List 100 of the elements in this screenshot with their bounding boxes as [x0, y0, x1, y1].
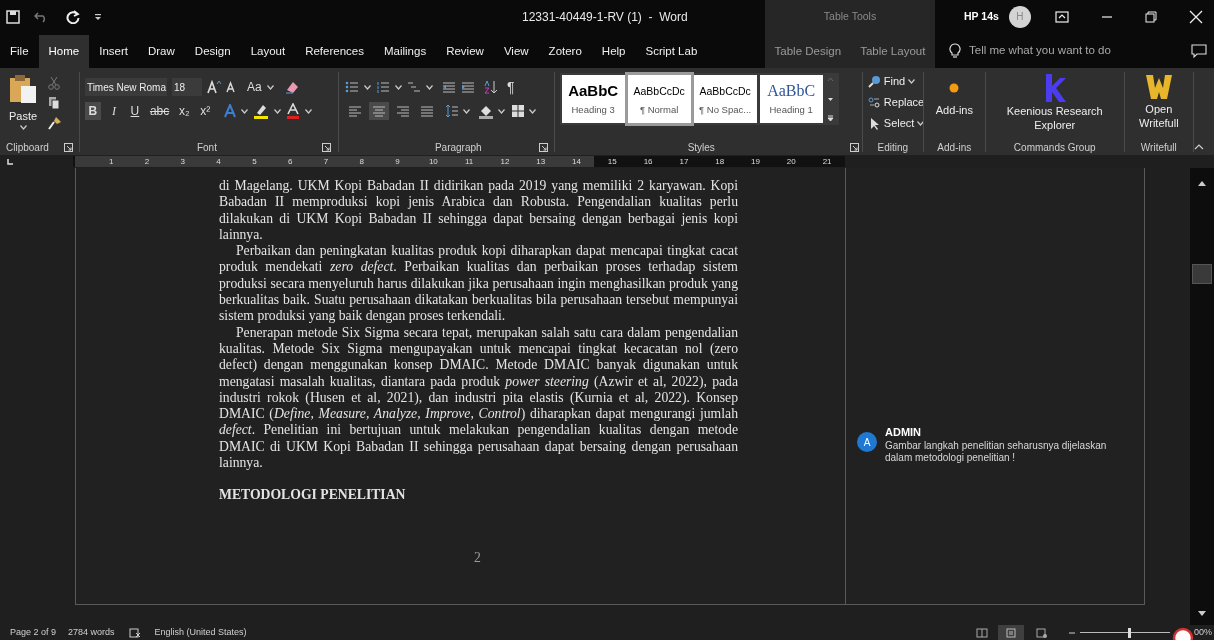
format-button[interactable]: x₂ [176, 102, 193, 120]
save-icon[interactable] [6, 9, 20, 24]
replace-icon[interactable] [867, 95, 881, 109]
scroll-thumb[interactable] [1192, 264, 1212, 284]
caret-icon[interactable] [528, 108, 536, 114]
customize-toolbar-icon[interactable] [94, 12, 102, 21]
borders-icon[interactable] [510, 104, 525, 118]
ribbon-tab[interactable]: Mailings [374, 35, 437, 68]
replace-button[interactable]: Replace [883, 93, 925, 111]
web-layout-icon[interactable] [1036, 627, 1048, 638]
format-button[interactable]: abc [147, 102, 172, 120]
ruler[interactable]: 1 2 3 4 5 6 7 8 9 10 11 12 13 14 15 16 17 18 19 20 21 [73, 156, 845, 167]
ribbon-tab[interactable]: Script Lab [635, 35, 708, 68]
comments-icon[interactable] [1191, 43, 1207, 58]
line-spacing-icon[interactable] [444, 104, 459, 118]
caret-icon[interactable] [363, 84, 371, 90]
keenious-button[interactable]: Keenious Research Explorer [985, 104, 1124, 132]
caret-icon[interactable] [19, 124, 27, 130]
ribbon-tab[interactable]: Layout [240, 35, 296, 68]
sort-icon[interactable] [483, 80, 498, 94]
scroll-up-icon[interactable] [1198, 180, 1206, 186]
ribbon-tab[interactable]: Table Layout [856, 35, 930, 68]
ribbon-tab[interactable]: Review [436, 35, 494, 68]
word-count[interactable]: 2784 words [68, 625, 115, 640]
ribbon-tab[interactable]: Help [591, 35, 636, 68]
caret-icon[interactable] [305, 108, 313, 114]
find-button[interactable]: Find [883, 72, 906, 90]
page-count[interactable]: Page 2 of 9 [10, 625, 57, 640]
collapse-ribbon-icon[interactable] [1194, 143, 1204, 150]
ribbon-tab[interactable]: View [493, 35, 539, 68]
ribbon-tab[interactable]: Draw [138, 35, 185, 68]
more-styles-icon[interactable] [825, 114, 835, 123]
read-mode-icon[interactable] [976, 627, 988, 638]
caret-icon[interactable] [908, 78, 916, 84]
caret-icon[interactable] [394, 84, 402, 90]
paste-button[interactable]: Paste [8, 108, 38, 125]
style-tile[interactable]: AaBbC Heading 3 [561, 75, 625, 123]
highlighter-icon[interactable] [253, 103, 270, 119]
multilevel-list-icon[interactable] [406, 81, 421, 93]
shading-icon[interactable] [477, 103, 494, 119]
open-writefull-button[interactable]: Open Writefull [1124, 102, 1193, 130]
font-name-field[interactable]: Times New Roma [84, 78, 167, 96]
format-button[interactable]: B [84, 102, 101, 120]
redo-icon[interactable] [66, 9, 80, 24]
change-case-button[interactable]: Aa [246, 78, 262, 96]
caret-icon[interactable] [241, 108, 249, 114]
caret-icon[interactable] [266, 84, 274, 90]
bullets-icon[interactable] [344, 81, 359, 93]
zoom-slider-thumb[interactable] [1127, 627, 1131, 638]
restore-icon[interactable] [1144, 10, 1157, 23]
caret-icon[interactable] [462, 108, 470, 114]
show-formatting-button[interactable]: ¶ [506, 76, 515, 98]
shrink-font-icon[interactable] [225, 81, 238, 93]
ribbon-tab[interactable]: Design [184, 35, 241, 68]
format-painter-icon[interactable] [48, 116, 62, 130]
style-tile[interactable]: AaBbCcDc ¶ No Spac... [693, 75, 757, 123]
tell-me-search[interactable]: Tell me what you want to do [969, 41, 1179, 60]
ribbon-tab[interactable]: File [0, 35, 39, 68]
format-button[interactable]: U [126, 102, 143, 120]
format-button[interactable]: x² [197, 102, 214, 120]
format-button[interactable]: I [105, 102, 122, 120]
close-icon[interactable] [1188, 9, 1203, 24]
ribbon-tab[interactable]: Zotero [538, 35, 592, 68]
vertical-scrollbar[interactable] [1190, 168, 1214, 625]
copy-icon[interactable] [48, 96, 60, 110]
zoom-level[interactable]: 00% [1194, 625, 1214, 640]
language[interactable]: English (United States) [154, 625, 247, 640]
decrease-indent-icon[interactable] [441, 81, 456, 93]
caret-icon[interactable] [425, 84, 433, 90]
caret-icon[interactable] [917, 120, 925, 126]
font-size-field[interactable]: 18 [171, 78, 202, 96]
proofing-icon[interactable] [128, 627, 141, 638]
style-tile[interactable]: AaBbC Heading 1 [759, 75, 823, 123]
dialog-launcher-icon[interactable] [63, 142, 73, 152]
user-name[interactable]: HP 14s [964, 8, 999, 25]
tab-selector-icon[interactable] [6, 157, 14, 166]
add-ins-button[interactable]: Add-ins [935, 102, 973, 119]
ribbon-tab[interactable]: Insert [89, 35, 138, 68]
dialog-launcher-icon[interactable] [538, 142, 548, 152]
dialog-launcher-icon[interactable] [321, 142, 331, 152]
clear-formatting-icon[interactable] [284, 80, 299, 94]
font-color-icon[interactable] [286, 103, 301, 119]
lightbulb-icon[interactable] [949, 42, 961, 59]
ribbon-tab[interactable]: Home [38, 35, 90, 68]
caret-icon[interactable] [274, 108, 282, 114]
grow-font-icon[interactable] [206, 80, 221, 94]
paste-icon[interactable] [8, 74, 38, 104]
search-icon[interactable] [867, 74, 881, 88]
scroll-down-icon[interactable] [1198, 611, 1206, 617]
caret-icon[interactable] [497, 108, 505, 114]
increase-indent-icon[interactable] [460, 81, 475, 93]
print-layout-icon[interactable] [1006, 627, 1016, 638]
style-tile[interactable]: AaBbCcDc ¶ Normal [627, 75, 691, 123]
cut-icon[interactable] [48, 76, 60, 90]
ribbon-tab[interactable]: Table Design [770, 35, 846, 68]
dialog-launcher-icon[interactable] [849, 142, 859, 152]
ribbon-tab[interactable]: References [295, 35, 374, 68]
select-button[interactable]: Select [883, 114, 915, 132]
dot-icon[interactable] [948, 82, 961, 94]
print-layout-button[interactable] [998, 625, 1024, 640]
